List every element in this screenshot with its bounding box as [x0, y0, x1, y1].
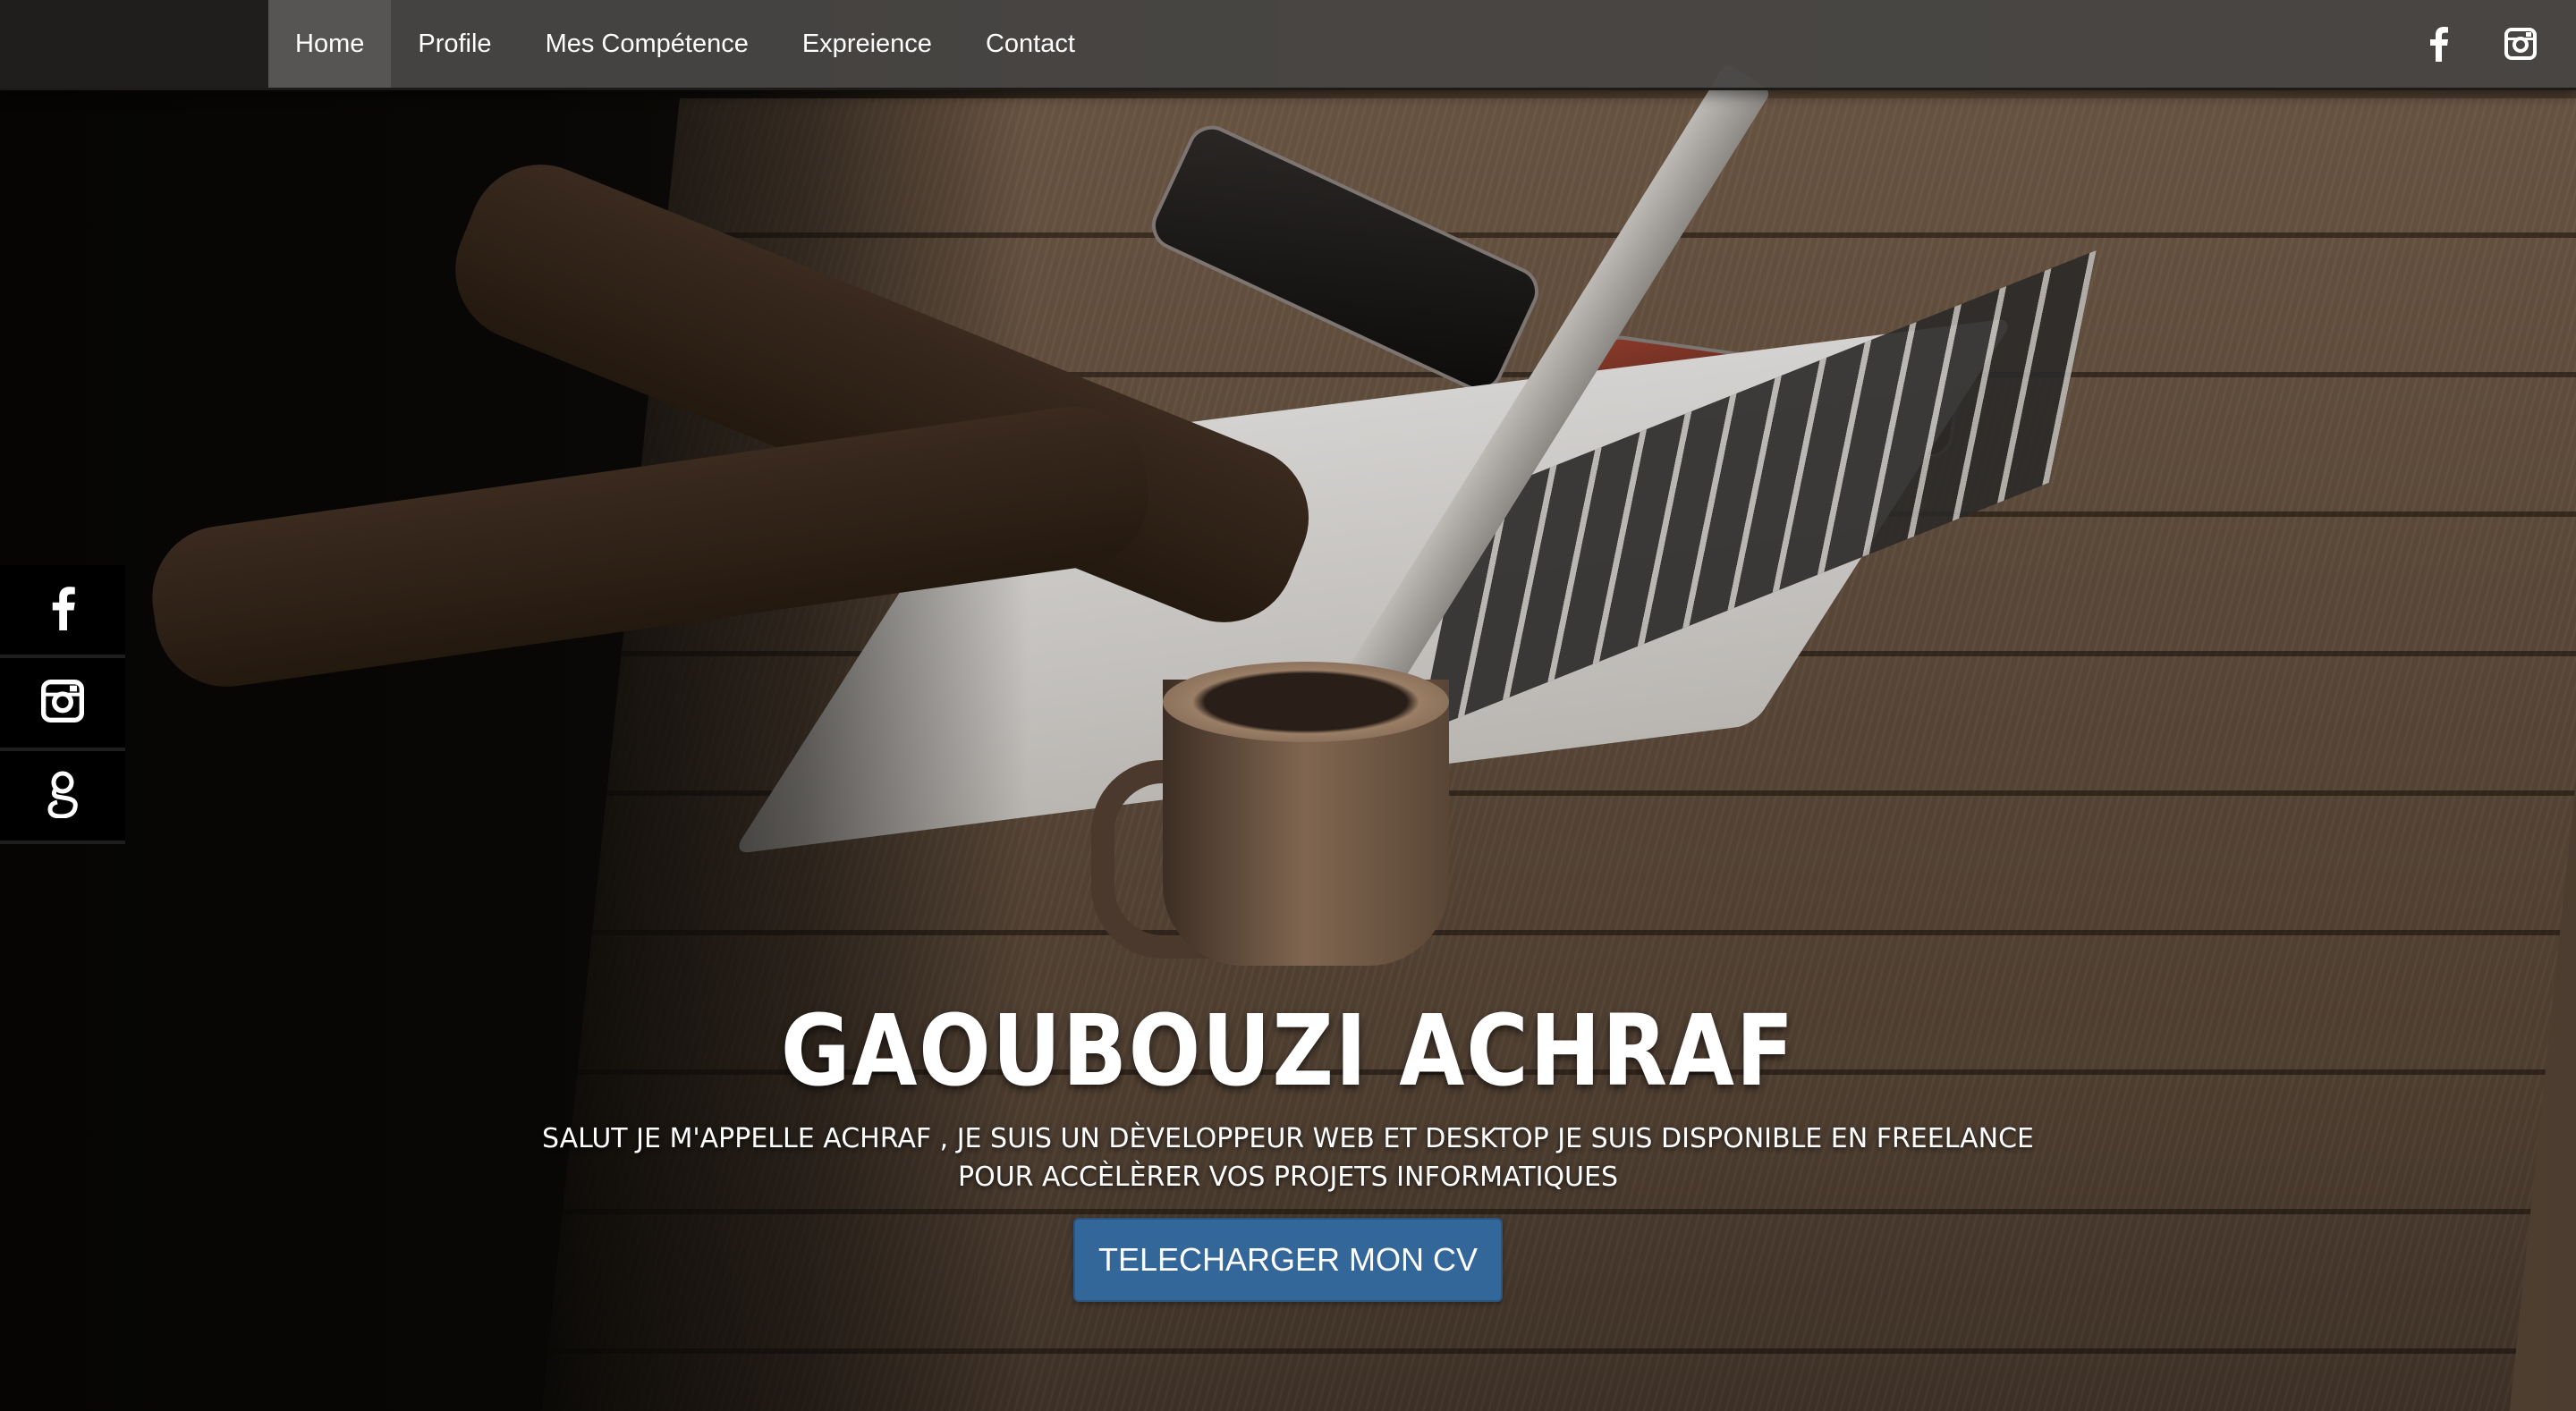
top-navbar: Home Profile Mes Compétence Expreience C…: [0, 0, 2576, 90]
facebook-icon: [49, 585, 76, 636]
hero-content: GAOUBOUZI ACHRAF SALUT JE M'APPELLE ACHR…: [0, 993, 2576, 1302]
nav-menu: Home Profile Mes Compétence Expreience C…: [268, 0, 1102, 88]
nav-item-home[interactable]: Home: [268, 0, 392, 88]
coffee-mug-rim: [1163, 662, 1449, 742]
navbar-left-panel: [0, 0, 268, 88]
hero-subtitle: SALUT JE M'APPELLE ACHRAF , JE SUIS UN D…: [528, 1120, 2048, 1196]
google-icon: [47, 770, 79, 823]
nav-item-competence[interactable]: Mes Compétence: [519, 0, 775, 88]
hero-title: GAOUBOUZI ACHRAF: [780, 993, 1796, 1108]
instagram-icon[interactable]: [2501, 24, 2540, 63]
side-social-bar: [0, 565, 125, 844]
download-cv-button[interactable]: TELECHARGER MON CV: [1073, 1218, 1503, 1302]
nav-item-experience[interactable]: Expreience: [775, 0, 959, 88]
nav-social-links: [2419, 0, 2540, 88]
nav-item-contact[interactable]: Contact: [959, 0, 1102, 88]
side-instagram-button[interactable]: [0, 658, 125, 751]
side-google-button[interactable]: [0, 751, 125, 844]
side-facebook-button[interactable]: [0, 565, 125, 658]
nav-item-profile[interactable]: Profile: [391, 0, 518, 88]
hero-subtitle-line-1: SALUT JE M'APPELLE ACHRAF , JE SUIS UN D…: [541, 1123, 2034, 1154]
hero-subtitle-line-2: POUR ACCÈLÈRER VOS PROJETS INFORMATIQUES: [957, 1162, 1618, 1193]
instagram-icon: [41, 679, 84, 727]
facebook-icon[interactable]: [2419, 24, 2458, 63]
